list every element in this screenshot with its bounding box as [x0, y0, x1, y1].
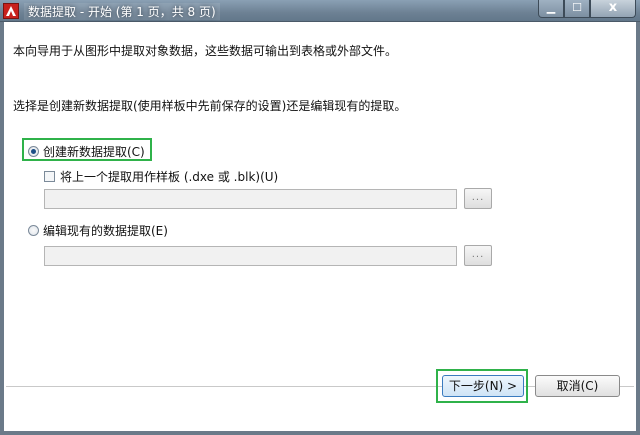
- checkbox-use-template[interactable]: 将上一个提取用作样板 (.dxe 或 .blk)(U): [44, 168, 278, 185]
- close-button[interactable]: x: [590, 0, 636, 18]
- maximize-button[interactable]: ☐: [564, 0, 590, 18]
- template-browse-button[interactable]: ...: [464, 188, 492, 209]
- checkbox-indicator[interactable]: [44, 171, 55, 182]
- title-bar: 数据提取 - 开始 (第 1 页，共 8 页) ▁ ☐ x: [0, 0, 640, 22]
- radio-indicator[interactable]: [28, 146, 39, 157]
- wizard-body: 本向导用于从图形中提取对象数据，这些数据可输出到表格或外部文件。 选择是创建新数…: [4, 22, 636, 431]
- window-bottom-edge: [0, 431, 640, 435]
- cancel-button[interactable]: 取消(C): [535, 375, 620, 397]
- radio-indicator[interactable]: [28, 225, 39, 236]
- radio-create-new-label: 创建新数据提取(C): [43, 145, 145, 159]
- question-text: 选择是创建新数据提取(使用样板中先前保存的设置)还是编辑现有的提取。: [13, 99, 407, 113]
- autocad-app-icon[interactable]: [3, 3, 19, 19]
- radio-edit-existing[interactable]: 编辑现有的数据提取(E): [28, 222, 168, 239]
- existing-file-field[interactable]: [44, 246, 457, 266]
- minimize-button[interactable]: ▁: [538, 0, 564, 18]
- window-title: 数据提取 - 开始 (第 1 页，共 8 页): [24, 3, 220, 20]
- template-file-field[interactable]: [44, 189, 457, 209]
- existing-browse-button[interactable]: ...: [464, 245, 492, 266]
- radio-edit-existing-label: 编辑现有的数据提取(E): [43, 224, 168, 238]
- next-button[interactable]: 下一步(N) >: [442, 375, 524, 397]
- radio-create-new[interactable]: 创建新数据提取(C): [28, 143, 145, 160]
- checkbox-use-template-label: 将上一个提取用作样板 (.dxe 或 .blk)(U): [60, 170, 279, 184]
- intro-text: 本向导用于从图形中提取对象数据，这些数据可输出到表格或外部文件。: [13, 44, 398, 58]
